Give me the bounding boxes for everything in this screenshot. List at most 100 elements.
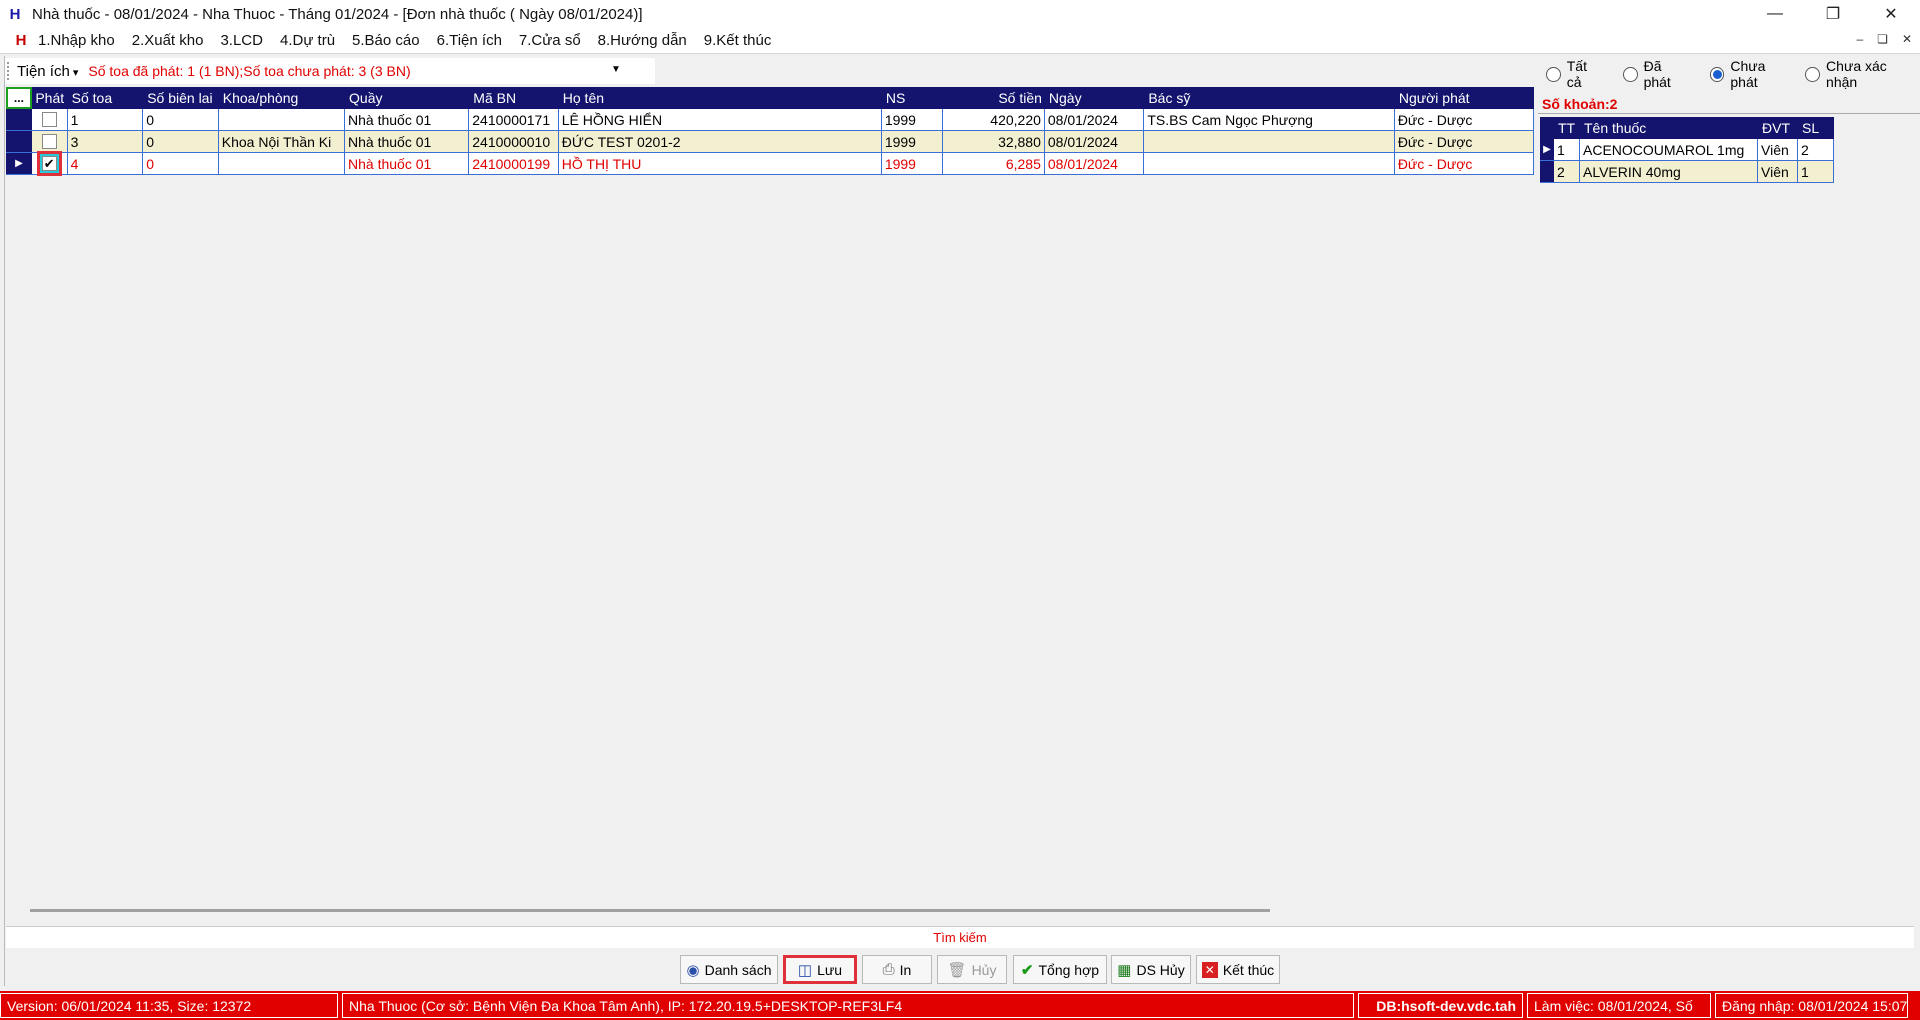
table-row[interactable]: 3 0 Khoa Nội Thần Ki Nhà thuốc 01 241000… [6, 131, 1534, 153]
phat-checkbox[interactable] [41, 112, 57, 127]
radio-da-phat[interactable]: Đã phát [1622, 58, 1692, 90]
col-so-tien[interactable]: Số tiền [943, 87, 1044, 109]
row-indicator[interactable] [6, 131, 32, 152]
ds-huy-button[interactable]: ▦ DS Hủy [1111, 955, 1191, 984]
medicine-detail-grid: TT Tên thuốc ĐVT SL ▶ 1 ACENOCOUMAROL 1m… [1540, 117, 1834, 183]
mdi-minimize-icon[interactable]: – [1856, 32, 1863, 46]
col-nguoi-phat[interactable]: Người phát [1395, 87, 1534, 109]
col-tt[interactable]: TT [1554, 117, 1580, 139]
menu-tien-ich[interactable]: 6.Tiện ích [437, 32, 502, 49]
cell-ho-ten: ĐỨC TEST 0201-2 [559, 131, 882, 152]
prescription-grid: ... Phát Số toa Số biên lai Khoa/phòng Q… [6, 87, 1534, 176]
cell-khoa [219, 153, 345, 174]
horizontal-scrollbar[interactable] [30, 909, 1270, 912]
divider [1538, 113, 1920, 114]
ket-thuc-button[interactable]: ✕ Kết thúc [1196, 955, 1280, 984]
in-button[interactable]: ⎙ In [862, 955, 932, 984]
radio-chua-phat[interactable]: Chưa phát [1709, 58, 1796, 90]
restore-icon[interactable]: ❐ [1804, 0, 1862, 28]
table-row[interactable]: ▶ 1 ACENOCOUMAROL 1mg Viên 2 [1540, 139, 1834, 161]
row-indicator[interactable] [6, 109, 32, 130]
col-so-bien-lai[interactable]: Số biên lai [143, 87, 219, 109]
cell-quay: Nhà thuốc 01 [345, 131, 470, 152]
in-label: In [899, 961, 912, 978]
col-ns[interactable]: NS [882, 87, 944, 109]
col-phat[interactable]: Phát [32, 87, 68, 109]
close-icon[interactable]: ✕ [1862, 0, 1920, 28]
cell-nguoi-phat: Đức - Dược [1395, 131, 1534, 152]
phat-checkbox-checked[interactable]: ✔ [41, 156, 57, 171]
col-ten-thuoc[interactable]: Tên thuốc [1580, 117, 1758, 139]
menu-du-tru[interactable]: 4.Dự trù [280, 32, 335, 49]
cell-khoa: Khoa Nội Thần Ki [219, 131, 345, 152]
tien-ich-dropdown[interactable]: Tiện ích [17, 63, 78, 80]
danh-sach-button[interactable]: ◉ Danh sách [680, 955, 778, 984]
radio-chua-xac-nhan[interactable]: Chưa xác nhận [1805, 58, 1920, 90]
col-so-toa[interactable]: Số toa [68, 87, 144, 109]
menu-cua-so[interactable]: 7.Cửa sổ [519, 32, 581, 49]
close-icon: ✕ [1201, 961, 1218, 978]
toolbar: Tiện ích Số toa đã phát: 1 (1 BN);Số toa… [5, 58, 655, 84]
status-lam-viec: Làm việc: 08/01/2024, Số [1527, 993, 1711, 1018]
cell-bac-sy: TS.BS Cam Ngọc Phượng [1144, 109, 1395, 130]
huy-label: Hủy [971, 961, 997, 978]
table-row[interactable]: 2 ALVERIN 40mg Viên 1 [1540, 161, 1834, 183]
radio-dot [1546, 66, 1561, 82]
menu-nhap-kho[interactable]: 1.Nhập kho [38, 32, 115, 49]
mdi-close-icon[interactable]: ✕ [1902, 32, 1912, 46]
current-row-arrow-icon[interactable]: ▶ [6, 153, 32, 174]
grid-corner-button[interactable]: ... [6, 87, 32, 109]
col-ngay[interactable]: Ngày [1045, 87, 1144, 109]
minimize-icon[interactable]: — [1746, 0, 1804, 28]
cell-dvt: Viên [1758, 139, 1798, 160]
status-version: Version: 06/01/2024 11:35, Size: 12372 [0, 993, 338, 1018]
cell-so-bien-lai: 0 [143, 131, 219, 152]
phat-checkbox[interactable] [41, 134, 57, 149]
chevron-down-icon[interactable]: ▼ [611, 64, 621, 75]
search-bar[interactable]: Tìm kiếm [6, 926, 1914, 948]
action-button-bar: ◉ Danh sách ◫ Lưu ⎙ In 🗑 Hủy ✔ Tổng hợp … [0, 955, 1920, 987]
luu-button[interactable]: ◫ Lưu [783, 955, 857, 984]
col-dvt[interactable]: ĐVT [1758, 117, 1798, 139]
prescription-count-status: Số toa đã phát: 1 (1 BN);Số toa chưa phá… [88, 63, 411, 79]
menu-bao-cao[interactable]: 5.Báo cáo [352, 32, 420, 49]
printer-icon: ⎙ [882, 961, 895, 978]
spreadsheet-icon: ▦ [1117, 961, 1132, 979]
huy-button[interactable]: 🗑 Hủy [937, 955, 1007, 984]
cell-ns: 1999 [882, 131, 944, 152]
table-row[interactable]: 1 0 Nhà thuốc 01 2410000171 LÊ HỒNG HIỂN… [6, 109, 1534, 131]
filter-panel: Tất cả Đã phát Chưa phát Chưa xác nhận S… [1538, 56, 1920, 120]
col-bac-sy[interactable]: Bác sỹ [1144, 87, 1395, 109]
cell-ma-bn: 2410000010 [469, 131, 559, 152]
status-dang-nhap: Đăng nhập: 08/01/2024 15:07 [1715, 993, 1908, 1018]
binoculars-icon: ◉ [686, 961, 700, 979]
cell-ns: 1999 [882, 153, 944, 174]
menu-huong-dan[interactable]: 8.Hướng dẫn [598, 32, 687, 49]
col-sl[interactable]: SL [1798, 117, 1834, 139]
radio-label: Tất cả [1566, 58, 1587, 90]
current-row-arrow-icon[interactable]: ▶ [1540, 139, 1554, 160]
menu-lcd[interactable]: 3.LCD [220, 32, 263, 49]
cell-ns: 1999 [882, 109, 944, 130]
cell-ngay: 08/01/2024 [1045, 153, 1145, 174]
radio-tat-ca[interactable]: Tất cả [1546, 58, 1605, 90]
ket-thuc-label: Kết thúc [1222, 961, 1275, 978]
phat-checkbox-cell [32, 109, 68, 130]
radio-dot-selected [1709, 66, 1725, 82]
row-indicator[interactable] [1540, 161, 1554, 182]
search-label: Tìm kiếm [933, 930, 987, 945]
radio-label: Chưa xác nhận [1826, 58, 1887, 90]
mdi-restore-icon[interactable]: ❏ [1877, 32, 1888, 46]
menu-ket-thuc[interactable]: 9.Kết thúc [704, 32, 772, 49]
col-ho-ten[interactable]: Họ tên [559, 87, 882, 109]
tong-hop-label: Tổng hợp [1038, 961, 1100, 978]
table-row-selected[interactable]: ▶ ✔ 4 0 Nhà thuốc 01 2410000199 HỒ THỊ T… [6, 151, 1534, 176]
cell-so-tien: 6,285 [943, 153, 1045, 174]
col-ma-bn[interactable]: Mã BN [469, 87, 558, 109]
cell-ten-thuoc: ALVERIN 40mg [1580, 161, 1758, 182]
col-khoa-phong[interactable]: Khoa/phòng [219, 87, 345, 109]
menu-xuat-kho[interactable]: 2.Xuất kho [132, 32, 204, 49]
tong-hop-button[interactable]: ✔ Tổng hợp [1013, 955, 1107, 984]
col-quay[interactable]: Quầy [345, 87, 469, 109]
cell-so-tien: 420,220 [943, 109, 1045, 130]
